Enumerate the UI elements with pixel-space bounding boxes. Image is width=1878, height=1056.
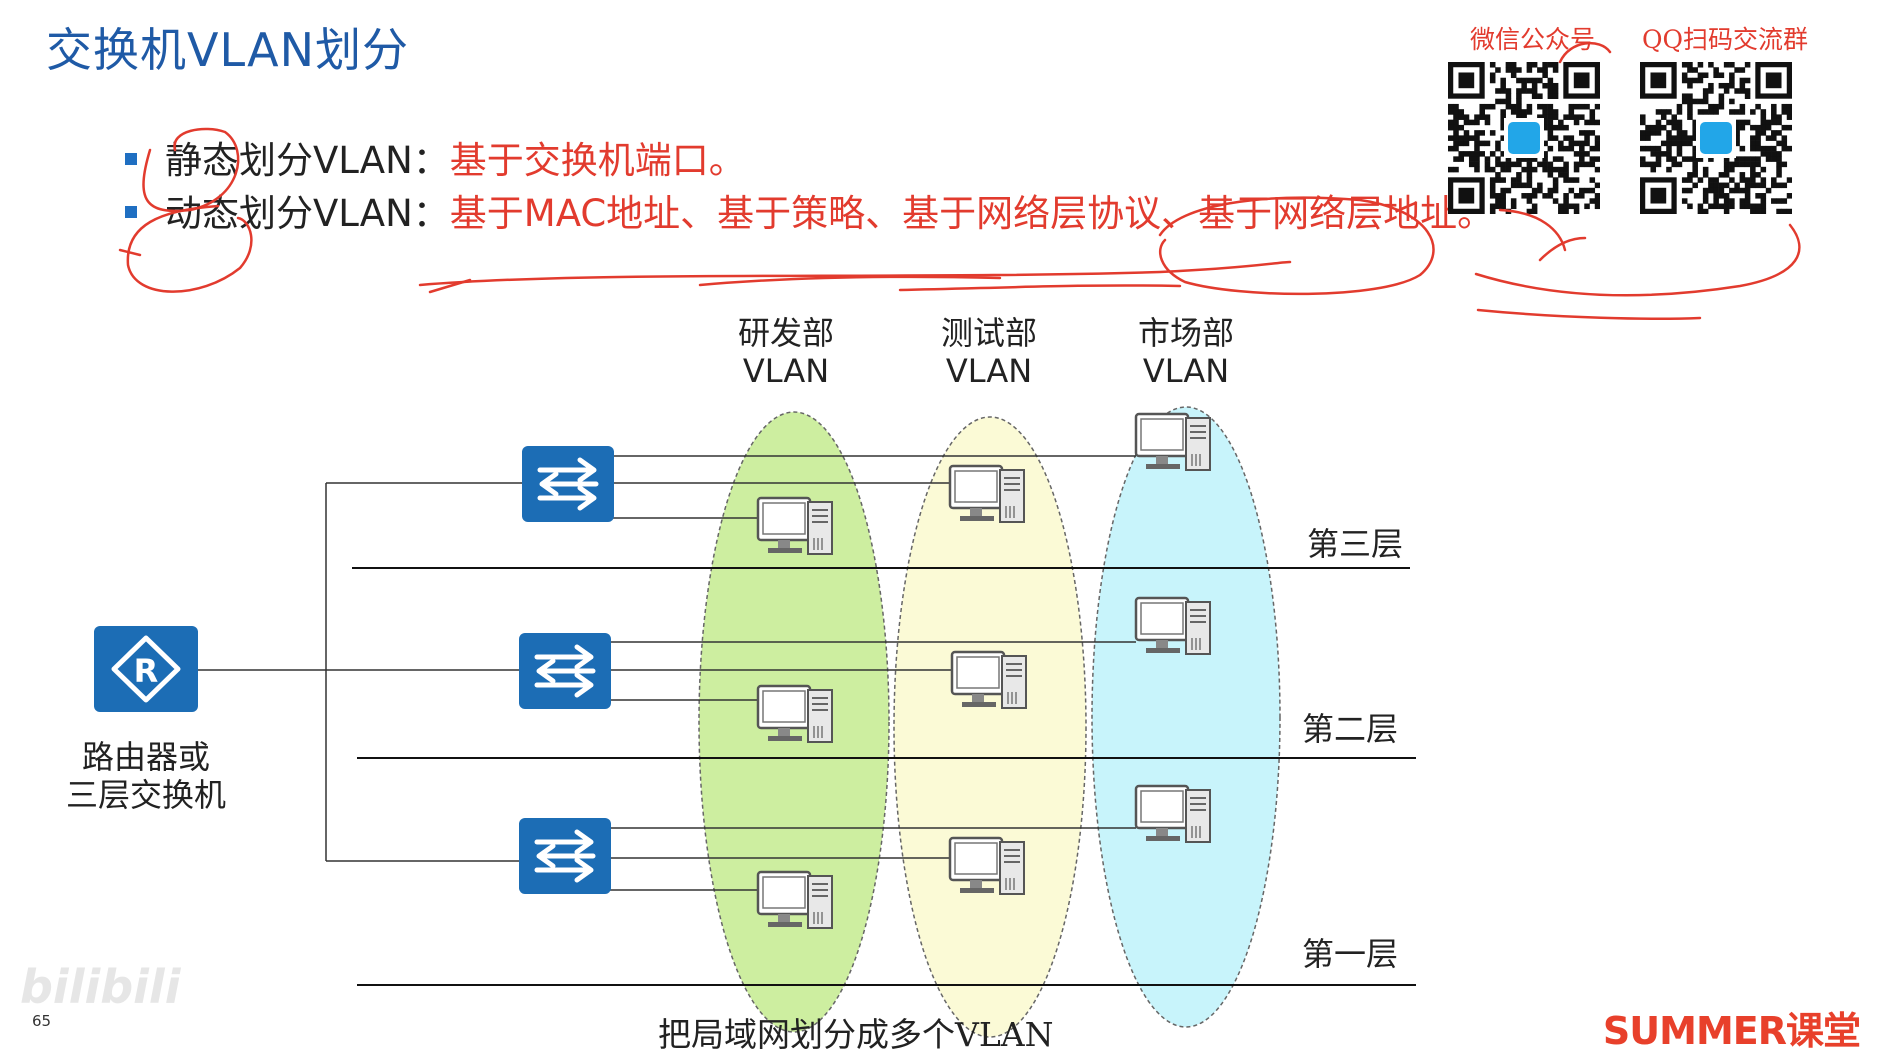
vlan-ellipse-test — [893, 416, 1087, 1038]
switch-icon-floor-3 — [522, 446, 614, 522]
vlan-label-rd-sub: VLAN — [743, 352, 829, 390]
bilibili-watermark: bilibili — [20, 960, 181, 1014]
router-icon: R — [94, 626, 198, 712]
vlan-label-test-sub: VLAN — [946, 352, 1032, 390]
floor-label-1: 第一层 — [1302, 935, 1398, 973]
vlan-ellipse-market — [1091, 406, 1281, 1028]
vlan-label-market: 市场部 — [1138, 314, 1234, 352]
vlan-diagram: 研发部 VLAN 测试部 VLAN 市场部 VLAN 第三层 第二层 第一层 R… — [66, 41, 1801, 1038]
brand-logo: SUMMER课堂 — [1602, 1009, 1861, 1053]
router-label-sub: 三层交换机 — [66, 776, 226, 814]
vlan-label-rd: 研发部 — [738, 314, 834, 352]
svg-text:R: R — [134, 652, 159, 690]
switch-icon-floor-2 — [519, 633, 611, 709]
vlan-label-market-sub: VLAN — [1143, 352, 1229, 390]
floor-label-2: 第二层 — [1302, 710, 1398, 748]
floor-label-3: 第三层 — [1307, 525, 1403, 563]
handwritten-annotations — [118, 41, 1801, 320]
router-label: 路由器或 — [82, 738, 210, 776]
slide: 交换机VLAN划分 静态划分VLAN：基于交换机端口。 动态划分VLAN：基于M… — [0, 0, 1878, 1054]
diagram-caption: 把局域网划分成多个VLAN — [658, 1015, 1054, 1054]
switch-icon-floor-1 — [519, 818, 611, 894]
page-number: 65 — [32, 1012, 52, 1030]
vlan-label-test: 测试部 — [941, 314, 1037, 352]
